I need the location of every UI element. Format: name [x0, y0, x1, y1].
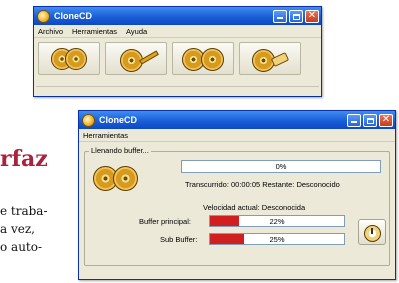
status-bar: [36, 86, 319, 94]
maximize-button[interactable]: [363, 113, 377, 127]
window-title: CloneCD: [54, 11, 92, 21]
menu-herramientas[interactable]: Herramientas: [83, 131, 128, 140]
window-title: CloneCD: [99, 115, 137, 125]
menu-ayuda[interactable]: Ayuda: [126, 27, 147, 36]
main-buffer-value: 22%: [269, 217, 285, 226]
clonecd-app-icon: [37, 9, 50, 23]
current-speed-text: Velocidad actual: Desconocida: [203, 203, 306, 212]
sub-buffer-label: Sub Buffer:: [160, 235, 198, 244]
page: rfaz e traba- a vez, o auto- CloneCD ✕ A…: [0, 0, 399, 283]
minimize-button[interactable]: [273, 9, 287, 23]
minimize-button[interactable]: [347, 113, 361, 127]
menu-bar: Herramientas: [79, 129, 395, 142]
title-bar[interactable]: CloneCD ✕: [34, 7, 321, 25]
main-buffer-bar: 22%: [209, 215, 345, 227]
maximize-button[interactable]: [289, 9, 303, 23]
sub-buffer-bar: 25%: [209, 233, 345, 245]
write-from-image-button[interactable]: [105, 42, 167, 75]
progress-field: 0%: [181, 160, 381, 173]
menu-archivo[interactable]: Archivo: [38, 27, 63, 36]
article-line-3: o auto-: [0, 240, 43, 254]
menu-herramientas[interactable]: Herramientas: [72, 27, 117, 36]
copy-cd-button[interactable]: [172, 42, 234, 75]
clonecd-main-window: CloneCD ✕ Archivo Herramientas Ayuda: [33, 6, 322, 97]
clonecd-progress-window: CloneCD ✕ Herramientas Llenando buffer..…: [78, 110, 396, 280]
elapsed-time-text: Transcurrido: 00:00:05 Restante: Descono…: [185, 180, 340, 189]
read-to-image-button[interactable]: [38, 42, 100, 75]
progress-group: Llenando buffer... 0% Transcurrido: 00:0…: [84, 146, 390, 266]
sub-buffer-value: 25%: [269, 235, 285, 244]
article-headline: rfaz: [0, 146, 48, 172]
main-buffer-label: Buffer principal:: [139, 217, 191, 226]
toolbar: [34, 38, 321, 75]
close-icon: ✕: [381, 113, 391, 125]
article-line-1: e traba-: [0, 204, 48, 218]
article-line-2: a vez,: [0, 222, 35, 236]
erase-cd-button[interactable]: [239, 42, 301, 75]
close-icon: ✕: [307, 9, 317, 21]
close-button[interactable]: ✕: [305, 9, 319, 23]
close-button[interactable]: ✕: [379, 113, 393, 127]
group-label: Llenando buffer...: [89, 146, 151, 155]
menu-bar: Archivo Herramientas Ayuda: [34, 25, 321, 38]
clonecd-app-icon: [82, 113, 95, 127]
title-bar[interactable]: CloneCD ✕: [79, 111, 395, 129]
cancel-button[interactable]: [358, 219, 386, 245]
